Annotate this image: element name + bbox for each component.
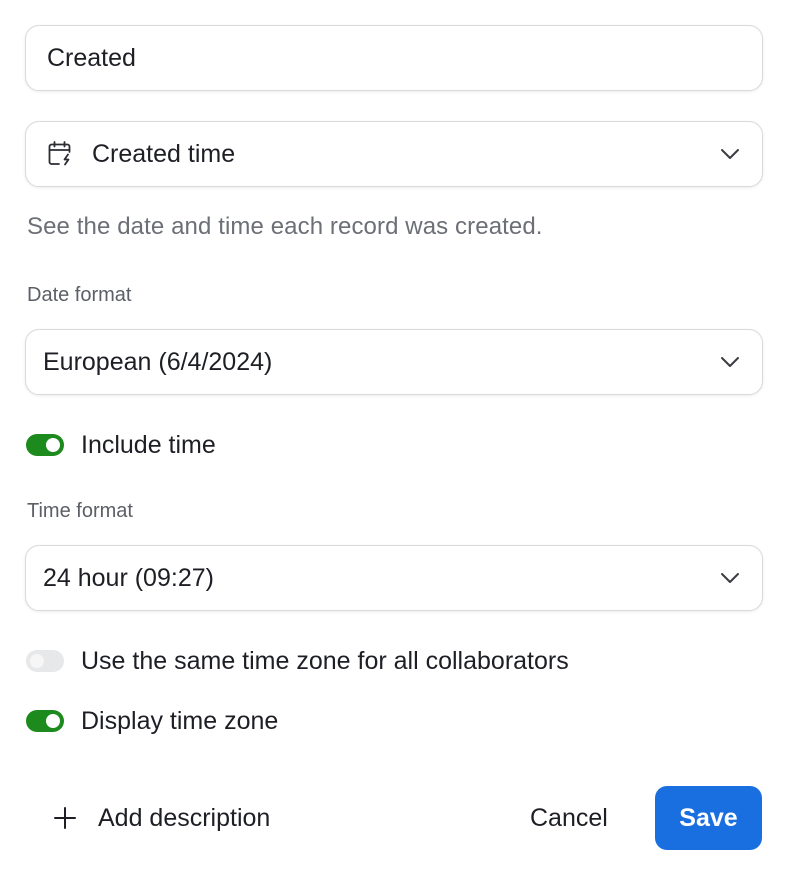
include-time-toggle[interactable] — [26, 434, 64, 456]
field-type-select[interactable]: Created time — [25, 121, 763, 187]
time-format-label: Time format — [27, 500, 133, 522]
calendar-bolt-icon — [45, 139, 75, 169]
date-format-value: European (6/4/2024) — [43, 347, 273, 376]
same-time-zone-toggle[interactable] — [26, 650, 64, 672]
date-format-select[interactable]: European (6/4/2024) — [25, 329, 763, 395]
field-type-description: See the date and time each record was cr… — [27, 213, 543, 240]
field-type-label: Created time — [92, 139, 236, 168]
time-format-select[interactable]: 24 hour (09:27) — [25, 545, 763, 611]
include-time-label: Include time — [81, 430, 216, 459]
display-time-zone-label: Display time zone — [81, 706, 279, 735]
chevron-down-icon — [719, 567, 741, 589]
include-time-toggle-row[interactable]: Include time — [26, 429, 216, 461]
display-time-zone-toggle-row[interactable]: Display time zone — [26, 705, 278, 737]
cancel-button[interactable]: Cancel — [516, 796, 622, 840]
time-format-value: 24 hour (09:27) — [43, 563, 214, 592]
display-time-zone-toggle[interactable] — [26, 710, 64, 732]
same-time-zone-label: Use the same time zone for all collabora… — [81, 646, 569, 675]
field-name-input[interactable] — [25, 25, 763, 91]
plus-icon — [53, 806, 77, 830]
same-time-zone-toggle-row[interactable]: Use the same time zone for all collabora… — [26, 645, 569, 677]
date-format-label: Date format — [27, 284, 132, 306]
chevron-down-icon — [719, 143, 741, 165]
chevron-down-icon — [719, 351, 741, 373]
add-description-label: Add description — [98, 803, 271, 832]
save-button[interactable]: Save — [655, 786, 762, 850]
add-description-button[interactable]: Add description — [53, 800, 270, 836]
